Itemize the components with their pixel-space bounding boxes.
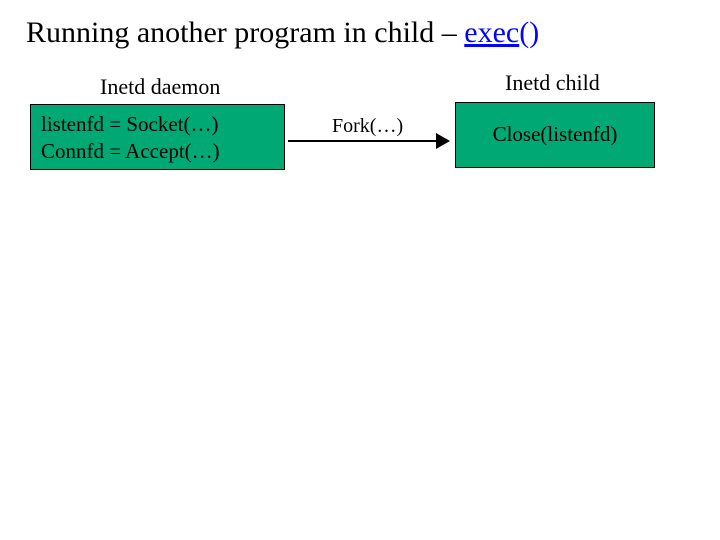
slide-title: Running another program in child – exec(… (26, 16, 539, 50)
title-parens: () (519, 16, 539, 49)
box-child: Close(listenfd) (455, 102, 655, 168)
label-inetd-child: Inetd child (505, 70, 600, 96)
arrow-head-icon (436, 133, 450, 149)
title-prefix: Running another program in child – (26, 16, 464, 49)
box-daemon-line2: Connfd = Accept(…) (41, 138, 274, 165)
fork-arrow: Fork(…) (288, 118, 452, 148)
title-exec: exec (464, 16, 519, 49)
box-child-text: Close(listenfd) (493, 121, 618, 148)
label-inetd-daemon: Inetd daemon (100, 74, 220, 100)
arrow-line-icon (288, 140, 438, 142)
box-daemon: listenfd = Socket(…) Connfd = Accept(…) (30, 104, 285, 170)
box-daemon-line1: listenfd = Socket(…) (41, 111, 274, 138)
fork-arrow-label: Fork(…) (332, 115, 403, 138)
